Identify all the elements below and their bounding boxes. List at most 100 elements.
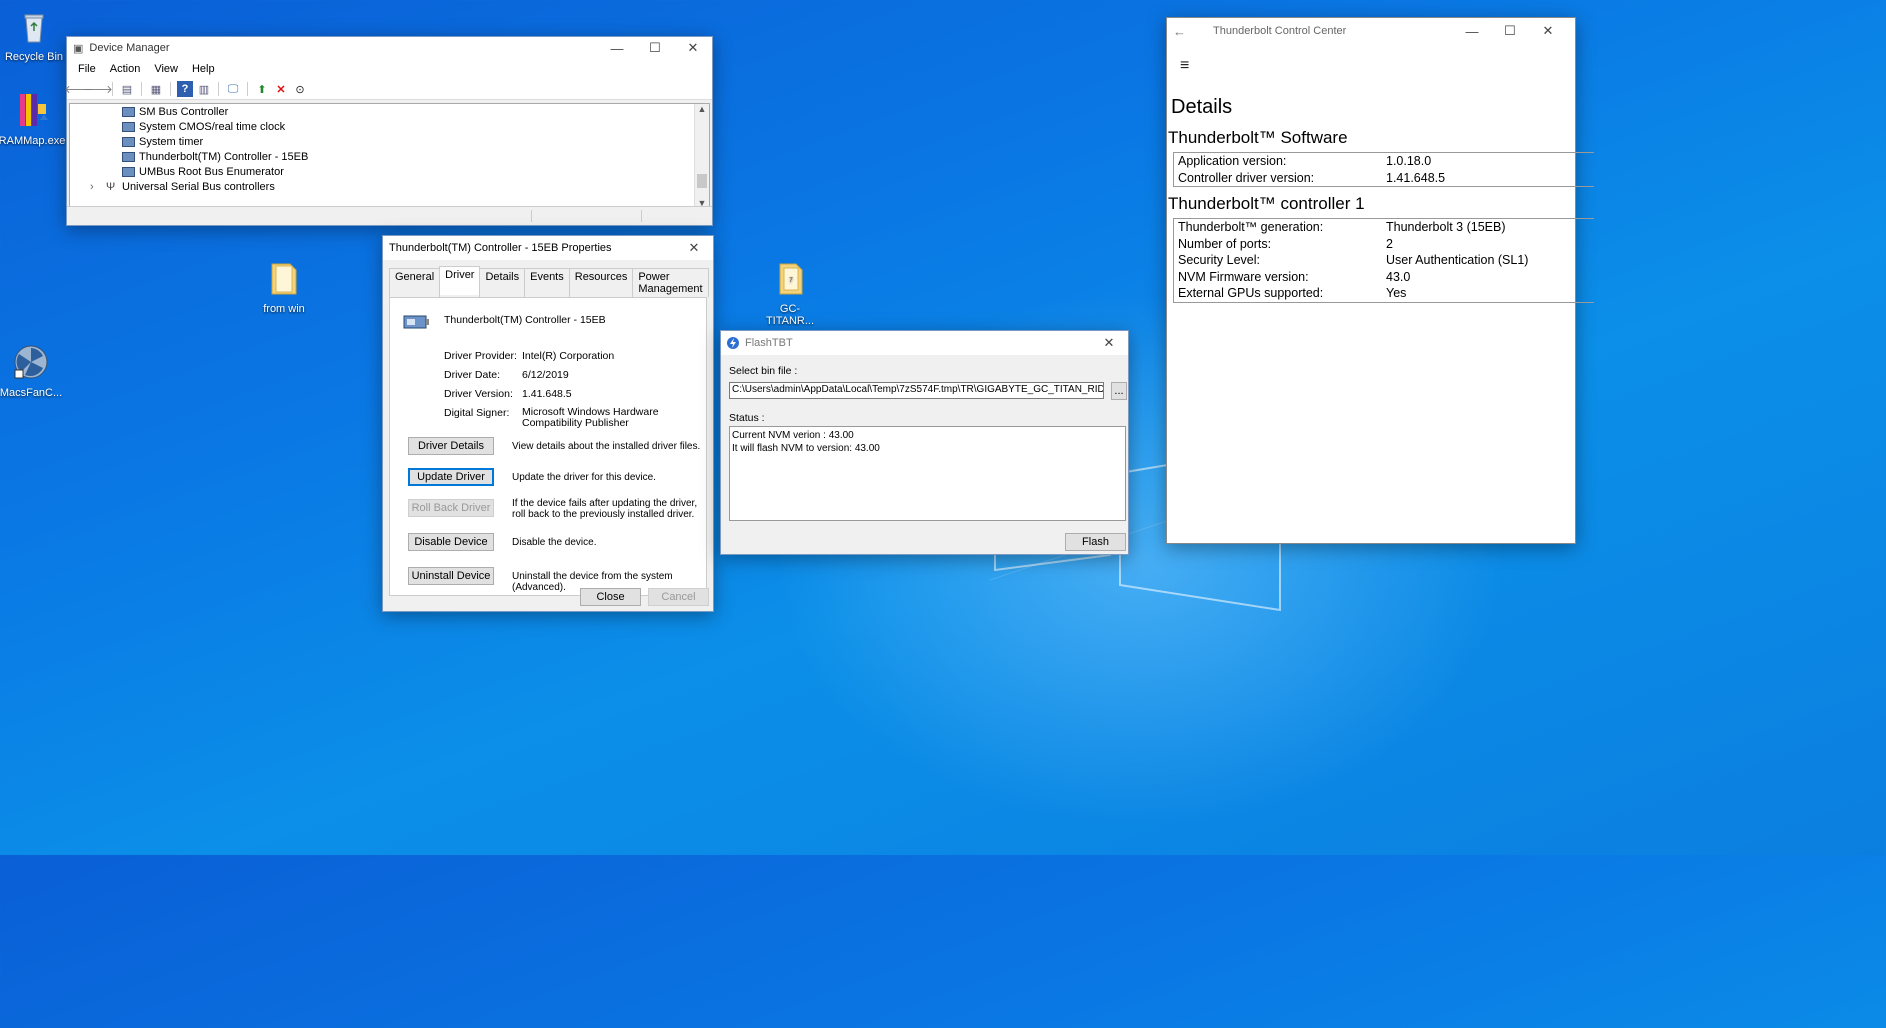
tree-item-label: Universal Serial Bus controllers (122, 180, 275, 193)
desktop-icon-recycle-bin[interactable]: Recycle Bin (0, 6, 68, 63)
tcc-title: Thunderbolt Control Center (1213, 25, 1347, 37)
back-arrow-icon[interactable]: ← (1173, 24, 1203, 39)
close-icon[interactable]: ✕ (1529, 18, 1567, 44)
properties-titlebar[interactable]: Thunderbolt(TM) Controller - 15EB Proper… (383, 236, 713, 260)
desktop-icon-label: RAMMap.exe (0, 135, 66, 147)
flash-button[interactable]: Flash (1065, 533, 1126, 551)
desktop-icon-label: MacsFanC... (0, 387, 63, 399)
menu-file[interactable]: File (71, 63, 103, 75)
status-line: Current NVM verion : 43.00 (732, 430, 854, 441)
disable-device-button[interactable]: Disable Device (408, 533, 494, 551)
menu-help[interactable]: Help (185, 63, 222, 75)
select-bin-label: Select bin file : (729, 365, 798, 377)
forward-arrow-icon[interactable]: 🡒 (83, 81, 113, 97)
row-key: Security Level: (1178, 253, 1260, 268)
row-key: External GPUs supported: (1178, 286, 1324, 301)
chevron-right-icon[interactable]: › (90, 181, 106, 193)
bin-path-field[interactable]: C:\Users\admin\AppData\Local\Temp\7zS574… (729, 382, 1104, 399)
controller-table: Thunderbolt™ generation: Thunderbolt 3 (… (1173, 218, 1594, 303)
tree-item[interactable]: › Ψ Universal Serial Bus controllers (70, 179, 709, 194)
tab-general[interactable]: General (389, 268, 441, 297)
folder-icon: 7 (779, 263, 803, 295)
tcc-heading: Details (1171, 96, 1233, 118)
menu-view[interactable]: View (147, 63, 185, 75)
row-key: Thunderbolt™ generation: (1178, 220, 1324, 235)
row-value: 1.41.648.5 (1386, 170, 1446, 185)
tree-item[interactable]: SM Bus Controller (70, 104, 709, 119)
desktop-icon-gc-titanr[interactable]: 7 GC-TITANR... (756, 258, 824, 327)
tree-item-label: System timer (139, 135, 204, 148)
tree-item-label: UMBus Root Bus Enumerator (139, 165, 284, 178)
minimize-icon[interactable]: — (598, 37, 636, 59)
recycle-bin-icon (24, 14, 44, 43)
view-icon[interactable]: ▥ (196, 81, 212, 97)
table-row: Security Level: User Authentication (SL1… (1174, 252, 1594, 269)
tab-driver[interactable]: Driver (439, 266, 481, 295)
roll-back-driver-button[interactable]: Roll Back Driver (408, 499, 494, 517)
update-driver-desc: Update the driver for this device. (512, 472, 656, 483)
device-manager-titlebar[interactable]: ▣ Device Manager — ☐ ✕ (67, 37, 712, 59)
desktop-icon-label: from win (263, 303, 305, 315)
desktop-icon-from-win[interactable]: from win (250, 258, 318, 315)
uninstall-device-icon[interactable]: ✕ (273, 81, 289, 97)
digital-signer-label: Digital Signer: (444, 407, 510, 419)
toolbar: 🡐 🡒 ▤ ▦ ? ▥ 🖵 ⬆ ✕ ⊙ (64, 79, 712, 100)
help-icon[interactable]: ? (177, 81, 193, 97)
uninstall-device-button[interactable]: Uninstall Device (408, 567, 494, 585)
tree-item[interactable]: Thunderbolt(TM) Controller - 15EB (70, 149, 709, 164)
tab-events[interactable]: Events (524, 268, 570, 297)
tab-details[interactable]: Details (479, 268, 526, 297)
tree-item[interactable]: System timer (70, 134, 709, 149)
close-icon[interactable]: ✕ (674, 37, 712, 59)
hamburger-menu-icon[interactable]: ≡ (1180, 57, 1189, 75)
row-key: Controller driver version: (1178, 170, 1315, 185)
tab-strip: General Driver Details Events Resources … (389, 266, 709, 297)
folder-icon (271, 263, 297, 295)
tree-item-label: System CMOS/real time clock (139, 120, 286, 133)
scrollbar-thumb[interactable] (697, 174, 707, 188)
driver-provider-value: Intel(R) Corporation (522, 350, 615, 362)
driver-details-button[interactable]: Driver Details (408, 437, 494, 455)
software-table: Application version: 1.0.18.0 Controller… (1173, 152, 1594, 187)
properties-icon[interactable]: ▦ (148, 81, 164, 97)
close-icon[interactable]: ✕ (675, 236, 713, 260)
desktop-icon-macsfan[interactable]: MacsFanC... (0, 342, 65, 399)
row-value: Yes (1386, 286, 1407, 301)
row-value: Thunderbolt 3 (15EB) (1386, 220, 1506, 235)
tree-scrollbar[interactable]: ▲ ▼ (694, 104, 709, 208)
tab-resources[interactable]: Resources (568, 268, 634, 297)
update-driver-button[interactable]: Update Driver (408, 468, 494, 486)
device-manager-window: ▣ Device Manager — ☐ ✕ File Action View … (64, 36, 713, 226)
close-button[interactable]: Close (580, 588, 641, 606)
toolbar-separator (218, 82, 219, 96)
svg-text:7: 7 (789, 277, 793, 284)
row-key: NVM Firmware version: (1178, 269, 1309, 284)
minimize-icon[interactable]: — (1453, 18, 1491, 44)
driver-version-label: Driver Version: (444, 388, 513, 400)
driver-date-value: 6/12/2019 (522, 369, 569, 381)
status-textarea[interactable]: Current NVM verion : 43.00 It will flash… (729, 426, 1126, 521)
tab-power-management[interactable]: Power Management (632, 268, 709, 297)
scan-hardware-icon[interactable]: 🖵 (225, 81, 241, 97)
flashtbt-titlebar[interactable]: FlashTBT ✕ (721, 331, 1128, 355)
tcc-titlebar[interactable]: ← Thunderbolt Control Center — ☐ ✕ (1167, 18, 1575, 44)
desktop-icon-rammap[interactable]: RAMMap.exe (0, 90, 66, 147)
properties-dialog: Thunderbolt(TM) Controller - 15EB Proper… (382, 235, 714, 612)
disable-device-icon[interactable]: ⊙ (292, 81, 308, 97)
desktop-icon-label: Recycle Bin (4, 51, 64, 63)
chevron-up-icon[interactable]: ▲ (695, 104, 709, 114)
menu-action[interactable]: Action (103, 63, 148, 75)
show-hide-tree-icon[interactable]: ▤ (119, 81, 135, 97)
close-icon[interactable]: ✕ (1090, 331, 1128, 355)
maximize-icon[interactable]: ☐ (636, 37, 674, 59)
tree-item[interactable]: UMBus Root Bus Enumerator (70, 164, 709, 179)
toolbar-separator (141, 82, 142, 96)
update-driver-icon[interactable]: ⬆ (254, 81, 270, 97)
tree-item[interactable]: System CMOS/real time clock (70, 119, 709, 134)
toolbar-separator (112, 82, 113, 96)
device-name: Thunderbolt(TM) Controller - 15EB (444, 314, 606, 326)
maximize-icon[interactable]: ☐ (1491, 18, 1529, 44)
browse-button[interactable]: ... (1111, 382, 1127, 400)
cancel-button[interactable]: Cancel (648, 588, 709, 606)
status-divider (641, 210, 642, 222)
